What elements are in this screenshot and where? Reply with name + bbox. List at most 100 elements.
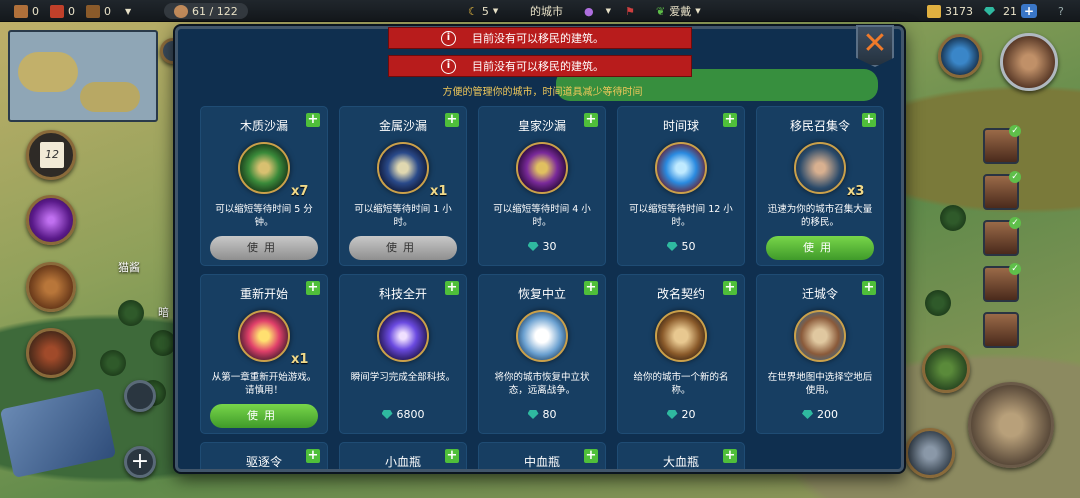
gold-icon bbox=[927, 4, 941, 18]
add-item-button[interactable]: + bbox=[445, 113, 459, 127]
chevron-down-icon: ▼ bbox=[492, 7, 499, 15]
help-button[interactable]: ? bbox=[1058, 3, 1064, 19]
item-price[interactable]: 20 bbox=[617, 408, 745, 421]
item-card[interactable]: 时间球 + 可以缩短等待时间 12 小时。 50 bbox=[617, 106, 745, 266]
gem-icon bbox=[802, 410, 813, 419]
info-icon: i bbox=[441, 58, 456, 74]
item-description: 瞬间学习完成全部科技。 bbox=[350, 372, 456, 383]
resource-lumber[interactable]: 0 ▼ bbox=[86, 3, 131, 19]
item-card[interactable]: 恢复中立 + 将你的城市恢复中立状态，远离战争。 80 bbox=[478, 274, 606, 434]
layers-button[interactable] bbox=[124, 380, 156, 412]
item-price[interactable]: 50 bbox=[617, 240, 745, 253]
item-price[interactable]: 80 bbox=[478, 408, 606, 421]
gem-icon bbox=[381, 410, 393, 419]
item-description: 可以缩短等待时间 1 小时。 bbox=[354, 204, 452, 228]
minimap-land bbox=[80, 82, 140, 112]
add-button[interactable]: + bbox=[124, 446, 156, 478]
minimap[interactable] bbox=[8, 30, 158, 122]
item-card[interactable]: 金属沙漏 + x1 可以缩短等待时间 1 小时。 使用 bbox=[339, 106, 467, 266]
gem-icon bbox=[666, 410, 678, 419]
item-description: 可以缩短等待时间 5 分钟。 bbox=[215, 204, 313, 228]
item-count: x1 bbox=[430, 184, 448, 199]
item-description: 将你的城市恢复中立状态，远离战争。 bbox=[494, 372, 590, 396]
palm-tree bbox=[118, 300, 144, 326]
population-counter[interactable]: 61 / 122 bbox=[164, 3, 248, 19]
use-button[interactable]: 使用 bbox=[766, 236, 874, 260]
hero-portrait[interactable]: ✓ bbox=[983, 263, 1021, 302]
build-hammer-button[interactable] bbox=[968, 382, 1054, 468]
item-card[interactable]: 驱逐令 + bbox=[200, 442, 328, 469]
palm-tree bbox=[925, 290, 951, 316]
flag-button[interactable]: ⚑ bbox=[625, 3, 635, 19]
check-icon: ✓ bbox=[1009, 125, 1021, 137]
market-button[interactable] bbox=[26, 328, 76, 378]
resource-wood[interactable]: 0 bbox=[14, 3, 39, 19]
item-card[interactable]: 木质沙漏 + x7 可以缩短等待时间 5 分钟。 使用 bbox=[200, 106, 328, 266]
item-count: x7 bbox=[291, 184, 309, 199]
item-shop-dialog: 方便的管理你的城市，时间道具减少等待时间 木质沙漏 + x7 可以缩短等待时间 5 分… bbox=[175, 26, 904, 472]
minimap-land bbox=[18, 52, 78, 92]
add-item-button[interactable]: + bbox=[306, 281, 320, 295]
gem-icon bbox=[527, 410, 539, 419]
magic-orb-button[interactable] bbox=[26, 195, 76, 245]
hero-portrait[interactable]: ✓ bbox=[983, 171, 1021, 210]
item-card[interactable]: 大血瓶 + bbox=[617, 442, 745, 469]
player-avatar[interactable] bbox=[1000, 33, 1058, 91]
grape-resource[interactable]: ● ▼ bbox=[584, 3, 611, 19]
resource-brick[interactable]: 0 bbox=[50, 3, 75, 19]
loyalty-status[interactable]: ❦ 爱戴 ▼ bbox=[656, 3, 701, 19]
item-card[interactable]: 小血瓶 + bbox=[339, 442, 467, 469]
hero-portrait[interactable] bbox=[983, 312, 1019, 348]
farm-button[interactable] bbox=[922, 345, 970, 393]
use-button[interactable]: 使用 bbox=[210, 404, 318, 428]
lumber-icon bbox=[86, 4, 100, 18]
chevron-down-icon: ▼ bbox=[695, 7, 701, 15]
backpack-button[interactable] bbox=[26, 262, 76, 312]
top-resource-bar: 0 0 0 ▼ 61 / 122 ☾ 5 ▼ 的城市 ● ▼ ⚑ ❦ 爱戴 ▼ … bbox=[0, 0, 1080, 22]
hero-portrait[interactable]: ✓ bbox=[983, 217, 1021, 256]
add-item-button[interactable]: + bbox=[584, 281, 598, 295]
item-card[interactable]: 中血瓶 + bbox=[478, 442, 606, 469]
item-price[interactable]: 200 bbox=[756, 408, 884, 421]
item-card[interactable]: 重新开始 + x1 从第一章重新开始游戏。请慎用！ 使用 bbox=[200, 274, 328, 434]
add-item-button[interactable]: + bbox=[306, 449, 320, 463]
item-card[interactable]: 改名契约 + 给你的城市一个新的名称。 20 bbox=[617, 274, 745, 434]
add-item-button[interactable]: + bbox=[723, 281, 737, 295]
metal-hourglass-icon bbox=[377, 142, 429, 194]
item-description: 给你的城市一个新的名称。 bbox=[633, 372, 729, 396]
add-item-button[interactable]: + bbox=[862, 281, 876, 295]
item-card[interactable]: 科技全开 + 瞬间学习完成全部科技。 6800 bbox=[339, 274, 467, 434]
city-name-label[interactable]: 的城市 bbox=[530, 3, 563, 19]
gold-counter[interactable]: 3173 bbox=[927, 3, 973, 19]
item-price[interactable]: 30 bbox=[478, 240, 606, 253]
item-price[interactable]: 6800 bbox=[339, 408, 467, 421]
add-item-button[interactable]: + bbox=[445, 281, 459, 295]
info-icon: i bbox=[441, 30, 456, 46]
add-item-button[interactable]: + bbox=[862, 113, 876, 127]
item-description: 从第一章重新开始游戏。请慎用！ bbox=[211, 372, 317, 396]
add-item-button[interactable]: + bbox=[723, 113, 737, 127]
item-card[interactable]: 移民召集令 + x3 迅速为你的城市召集大量的移民。 使用 bbox=[756, 106, 884, 266]
add-item-button[interactable]: + bbox=[723, 449, 737, 463]
add-item-button[interactable]: + bbox=[306, 113, 320, 127]
time-orb-icon bbox=[655, 142, 707, 194]
wood-icon bbox=[14, 4, 28, 18]
shovel-button[interactable] bbox=[905, 428, 955, 478]
calendar-button[interactable]: 12 bbox=[26, 130, 76, 180]
gem-icon bbox=[984, 6, 995, 16]
toast-alert: i 目前没有可以移民的建筑。 bbox=[388, 27, 692, 49]
item-card[interactable]: 迁城令 + 在世界地图中选择空地后使用。 200 bbox=[756, 274, 884, 434]
turn-counter[interactable]: ☾ 5 ▼ bbox=[468, 3, 498, 19]
hero-portrait[interactable]: ✓ bbox=[983, 125, 1021, 164]
add-item-button[interactable]: + bbox=[584, 449, 598, 463]
use-button[interactable]: 使用 bbox=[349, 236, 457, 260]
world-globe-button[interactable] bbox=[938, 34, 982, 78]
buy-gems-button[interactable]: + bbox=[1021, 4, 1037, 18]
gem-counter[interactable]: 21 + bbox=[984, 3, 1037, 19]
item-card[interactable]: 皇家沙漏 + 可以缩短等待时间 4 小时。 30 bbox=[478, 106, 606, 266]
add-item-button[interactable]: + bbox=[445, 449, 459, 463]
gem-icon bbox=[666, 242, 678, 251]
use-button[interactable]: 使用 bbox=[210, 236, 318, 260]
add-item-button[interactable]: + bbox=[584, 113, 598, 127]
item-description: 在世界地图中选择空地后使用。 bbox=[767, 372, 873, 396]
